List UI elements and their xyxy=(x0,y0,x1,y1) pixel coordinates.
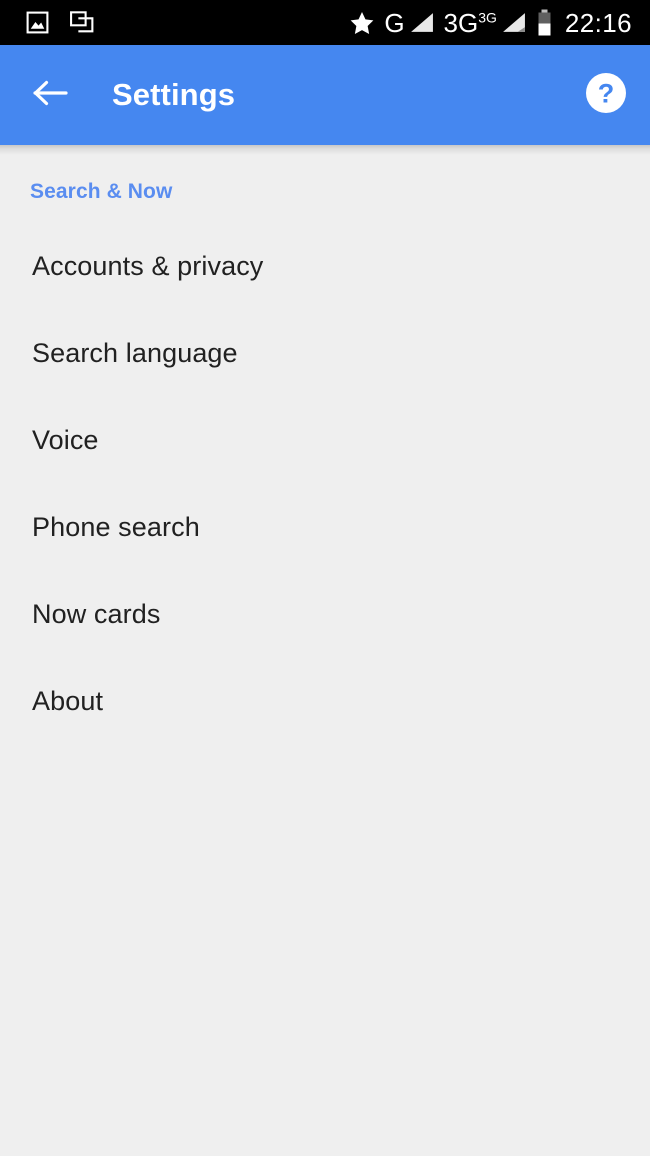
status-bar-right-icons: G 3G3G xyxy=(349,9,636,37)
battery-icon xyxy=(536,9,553,37)
settings-content: Search & Now Accounts & privacy Search l… xyxy=(0,155,650,1156)
sidebar-item-search-language[interactable]: Search language xyxy=(0,310,650,397)
help-button[interactable]: ? xyxy=(584,73,628,117)
app-bar-shadow xyxy=(0,145,650,155)
status-bar-clock: 22:16 xyxy=(565,10,632,36)
network-indicator-g: G xyxy=(384,10,434,36)
multi-window-icon xyxy=(69,10,96,35)
help-icon: ? xyxy=(585,72,627,119)
back-button[interactable] xyxy=(20,64,82,126)
section-header-search-and-now: Search & Now xyxy=(0,155,650,204)
status-bar-left-icons xyxy=(14,10,96,35)
network-label-3g-sup: 3G xyxy=(478,9,497,25)
star-icon xyxy=(349,10,375,36)
sidebar-item-now-cards[interactable]: Now cards xyxy=(0,571,650,658)
list-item-label: Now cards xyxy=(32,599,160,630)
status-bar: G 3G3G xyxy=(0,0,650,45)
network-indicator-3g: 3G3G xyxy=(444,10,527,36)
sidebar-item-phone-search[interactable]: Phone search xyxy=(0,484,650,571)
svg-text:?: ? xyxy=(598,78,615,108)
settings-list: Accounts & privacy Search language Voice… xyxy=(0,223,650,745)
list-item-label: Accounts & privacy xyxy=(32,251,263,282)
network-label-3g: 3G3G xyxy=(444,10,497,36)
network-label-g: G xyxy=(384,10,404,36)
image-icon xyxy=(25,10,50,35)
list-item-label: Voice xyxy=(32,425,99,456)
list-item-label: Search language xyxy=(32,338,238,369)
list-item-label: About xyxy=(32,686,103,717)
list-item-label: Phone search xyxy=(32,512,200,543)
page-title: Settings xyxy=(112,77,235,113)
signal-triangle-icon-1 xyxy=(408,10,435,35)
back-arrow-icon xyxy=(32,77,70,114)
signal-triangle-icon-2 xyxy=(500,10,527,35)
sidebar-item-accounts-privacy[interactable]: Accounts & privacy xyxy=(0,223,650,310)
network-label-3g-main: 3G xyxy=(444,8,479,38)
sidebar-item-about[interactable]: About xyxy=(0,658,650,745)
sidebar-item-voice[interactable]: Voice xyxy=(0,397,650,484)
app-bar: Settings ? xyxy=(0,45,650,145)
settings-screen: G 3G3G xyxy=(0,0,650,1156)
